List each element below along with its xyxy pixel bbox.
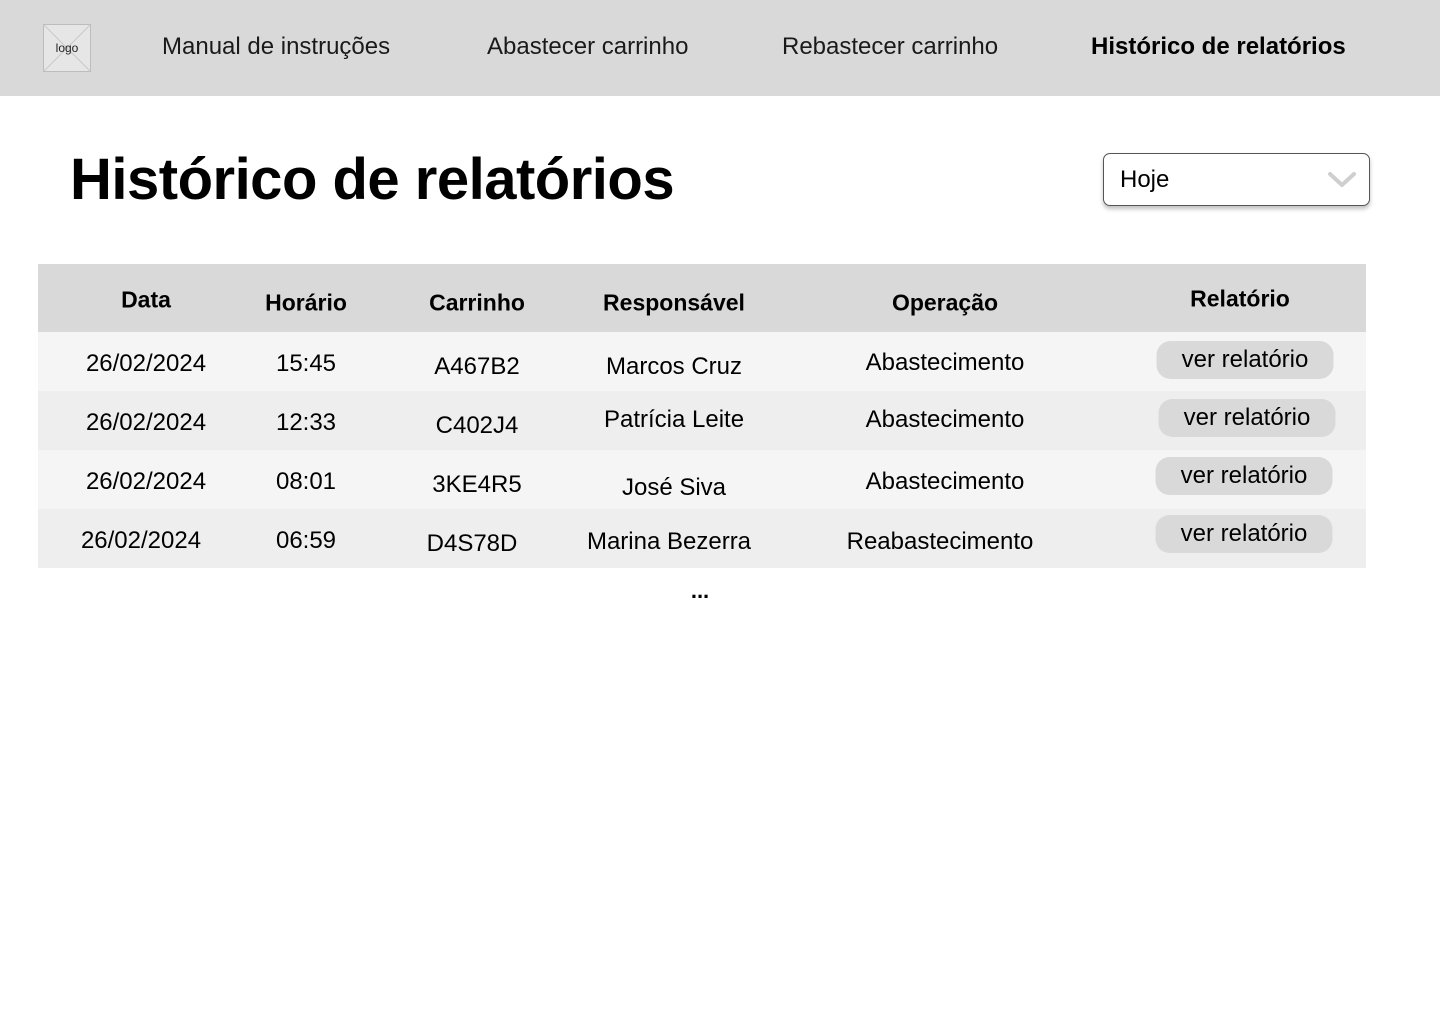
- cell-responsavel: José Siva: [621, 474, 727, 501]
- table-row: 26/02/2024 08:01 3KE4R5 José Siva Abaste…: [38, 450, 1366, 509]
- cell-operacao: Reabastecimento: [846, 528, 1034, 555]
- nav-item-historico[interactable]: Histórico de relatórios: [1091, 33, 1346, 61]
- view-report-button[interactable]: ver relatório: [1155, 515, 1333, 553]
- view-report-button[interactable]: ver relatório: [1158, 399, 1336, 437]
- cell-data: 26/02/2024: [85, 350, 207, 377]
- page-title: Histórico de relatórios: [70, 147, 675, 212]
- cell-responsavel: Patrícia Leite: [603, 406, 745, 433]
- cell-responsavel: Marcos Cruz: [605, 353, 743, 380]
- column-header-operacao: Operação: [891, 289, 999, 316]
- more-rows-indicator: ...: [690, 578, 710, 603]
- cell-carrinho: C402J4: [435, 412, 519, 439]
- column-header-horario: Horário: [265, 289, 347, 316]
- logo-label: logo: [55, 41, 79, 55]
- table-row: 26/02/2024 15:45 A467B2 Marcos Cruz Abas…: [38, 332, 1366, 391]
- cell-data: 26/02/2024: [85, 468, 207, 495]
- cell-carrinho: 3KE4R5: [432, 471, 522, 498]
- reports-table: Data Horário Carrinho Responsável Operaç…: [38, 264, 1366, 568]
- cell-responsavel: Marina Bezerra: [586, 528, 752, 555]
- cell-data: 26/02/2024: [80, 527, 202, 554]
- cell-horario: 15:45: [275, 350, 337, 377]
- table-row: 26/02/2024 12:33 C402J4 Patrícia Leite A…: [38, 391, 1366, 450]
- period-filter-value: Hoje: [1120, 165, 1170, 193]
- cell-carrinho: D4S78D: [426, 530, 518, 557]
- cell-data: 26/02/2024: [85, 409, 207, 436]
- cell-operacao: Abastecimento: [865, 406, 1025, 433]
- top-nav-bar: logo Manual de instruções Abastecer carr…: [0, 0, 1440, 96]
- cell-horario: 12:33: [275, 409, 337, 436]
- column-header-responsavel: Responsável: [603, 289, 745, 316]
- cell-horario: 08:01: [275, 468, 337, 495]
- view-report-button[interactable]: ver relatório: [1156, 341, 1334, 379]
- cell-carrinho: A467B2: [434, 353, 520, 380]
- view-report-button[interactable]: ver relatório: [1155, 457, 1333, 495]
- table-header: Data Horário Carrinho Responsável Operaç…: [38, 264, 1366, 332]
- chevron-down-icon: [1328, 172, 1356, 187]
- logo-placeholder[interactable]: logo: [43, 24, 91, 72]
- column-header-carrinho: Carrinho: [429, 289, 525, 316]
- nav-item-manual[interactable]: Manual de instruções: [162, 33, 390, 61]
- table-row: 26/02/2024 06:59 D4S78D Marina Bezerra R…: [38, 509, 1366, 568]
- nav-item-rebastecer[interactable]: Rebastecer carrinho: [782, 33, 998, 61]
- cell-operacao: Abastecimento: [865, 349, 1025, 376]
- column-header-relatorio: Relatório: [1190, 285, 1290, 312]
- period-filter-dropdown[interactable]: Hoje: [1103, 153, 1370, 206]
- cell-operacao: Abastecimento: [865, 468, 1025, 495]
- cell-horario: 06:59: [275, 527, 337, 554]
- column-header-data: Data: [121, 286, 171, 313]
- nav-item-abastecer[interactable]: Abastecer carrinho: [487, 33, 688, 61]
